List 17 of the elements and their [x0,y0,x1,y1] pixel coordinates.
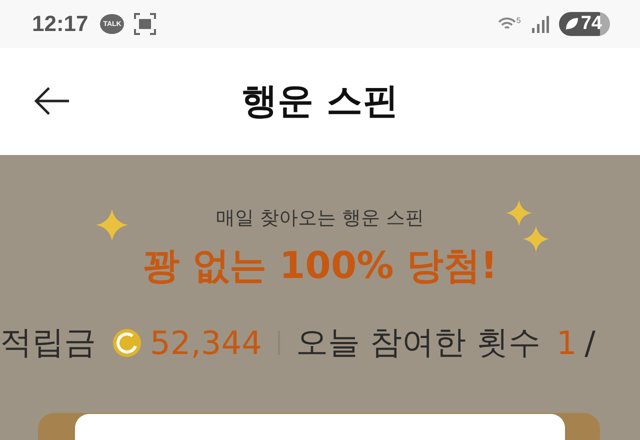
page-title: 행운 스핀 [242,80,398,124]
points-value: 52,344 [150,324,262,362]
signal-icon [530,15,549,33]
points-label: 적립금 [0,322,96,363]
banner-headline: 꽝 없는 100% 당첨! [142,243,498,289]
battery-indicator: 74 [558,12,610,36]
sparkle-icon [506,200,532,226]
banner-subtitle: 매일 찾아오는 행운 스핀 [216,206,424,231]
count-value: 1 [556,324,577,362]
sparkle-icon [523,226,549,252]
back-arrow-icon[interactable] [34,86,70,116]
count-label: 오늘 참여한 횟수 [296,322,540,363]
screenshot-icon [134,13,156,35]
count-separator: / [584,324,596,362]
coin-icon [112,328,142,358]
sparkle-icon [96,209,128,241]
status-time: 12:17 [32,11,88,37]
